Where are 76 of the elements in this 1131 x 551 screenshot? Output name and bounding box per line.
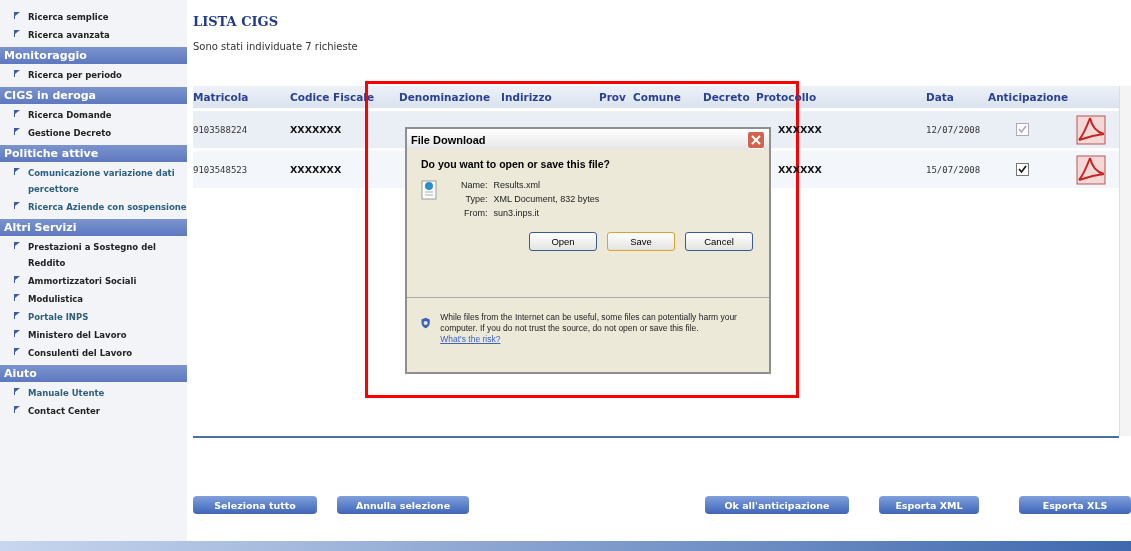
flag-icon	[14, 294, 20, 301]
scrollbar[interactable]	[1119, 86, 1131, 436]
action-button[interactable]: Ok all'anticipazione	[705, 496, 849, 514]
field-value: sun3.inps.it	[493, 208, 540, 218]
flag-icon	[14, 242, 20, 249]
table-cell: 15/07/2008	[926, 164, 981, 175]
sidebar-link[interactable]: Ricerca semplice	[28, 9, 109, 25]
sidebar-link[interactable]: Consulenti del Lavoro	[28, 345, 133, 361]
flag-icon	[14, 12, 20, 19]
dialog-button[interactable]: Open	[529, 232, 597, 251]
sidebar-section-header: CIGS in deroga	[0, 87, 187, 104]
column-header[interactable]: Indirizzo	[501, 91, 552, 103]
dialog-button[interactable]: Save	[607, 232, 675, 251]
pdf-icon[interactable]	[1076, 154, 1106, 185]
close-button[interactable]	[747, 130, 765, 149]
sidebar-link[interactable]: Ammortizzatori Sociali	[28, 273, 137, 289]
sidebar-link[interactable]: Ricerca Domande	[28, 107, 112, 123]
flag-icon	[14, 406, 20, 413]
flag-icon	[14, 330, 20, 337]
dialog-title: File Download	[411, 133, 486, 146]
sidebar-section-header: Altri Servizi	[0, 219, 187, 236]
checkbox[interactable]	[1016, 163, 1029, 176]
sidebar-link[interactable]: Modulistica	[28, 291, 84, 307]
column-header[interactable]: Data	[926, 91, 954, 103]
result-summary: Sono stati individuate 7 richieste	[193, 41, 358, 52]
sidebar-link[interactable]: Ricerca avanzata	[28, 27, 110, 43]
sidebar-link[interactable]: Portale INPS	[28, 309, 89, 325]
table-cell: XXXXXXX	[290, 124, 342, 135]
column-header[interactable]: Anticipazione	[988, 91, 1069, 103]
sidebar-link[interactable]: Manuale Utente	[28, 385, 105, 401]
field-label: Type:	[465, 194, 488, 204]
sidebar-link[interactable]: Gestione Decreto	[28, 125, 112, 141]
sidebar-link[interactable]: Contact Center	[28, 403, 101, 419]
flag-icon	[14, 30, 20, 37]
column-header[interactable]: Matricola	[193, 91, 249, 103]
field-label: From:	[464, 208, 488, 218]
risk-link[interactable]: What's the risk?	[440, 334, 501, 344]
field-value: Results.xml	[493, 180, 541, 190]
page-title: LISTA CIGS	[193, 14, 279, 29]
action-button[interactable]: Esporta XLS	[1019, 496, 1131, 514]
column-header[interactable]: Comune	[633, 91, 681, 103]
column-header[interactable]: Decreto	[703, 91, 750, 103]
sidebar-link[interactable]: Ministero del Lavoro	[28, 327, 127, 343]
flag-icon	[14, 70, 20, 77]
sidebar-link[interactable]: Prestazioni a Sostegno del Reddito	[28, 239, 187, 271]
field-label: Name:	[461, 180, 488, 190]
flag-icon	[14, 276, 20, 283]
flag-icon	[14, 168, 20, 175]
flag-icon	[14, 312, 20, 319]
flag-icon	[14, 128, 20, 135]
action-button[interactable]: Esporta XML	[879, 496, 979, 514]
column-header[interactable]: Denominazione	[399, 91, 491, 103]
sidebar-link[interactable]: Comunicazione variazione dati percettore	[28, 165, 187, 197]
table-cell: 12/07/2008	[926, 124, 981, 135]
warning-text: While files from the Internet can be useful, some files can potentially harm your computer. If you do not trust the source, do not open or save this file. What's the risk?	[440, 312, 738, 346]
action-button[interactable]: Annulla selezione	[337, 496, 469, 514]
pdf-icon[interactable]	[1076, 114, 1106, 145]
dialog-question: Do you want to open or save this file?	[421, 158, 611, 170]
sidebar-section-header: Politiche attive	[0, 145, 187, 162]
action-button[interactable]: Seleziona tutto	[193, 496, 317, 514]
table-cell: 9103588224	[193, 124, 248, 135]
close-icon	[751, 134, 761, 145]
xml-file-icon	[421, 180, 437, 200]
flag-icon	[14, 348, 20, 355]
flag-icon	[14, 202, 20, 209]
sidebar-link[interactable]: Ricerca per periodo	[28, 67, 122, 83]
table-cell: 9103548523	[193, 164, 248, 175]
column-header[interactable]: Prov	[599, 91, 626, 103]
table-cell: XXXXXXX	[290, 164, 342, 175]
sidebar-section-header: Aiuto	[0, 365, 187, 382]
sidebar-link[interactable]: Ricerca Aziende con sospensione	[28, 199, 187, 215]
flag-icon	[14, 110, 20, 117]
sidebar-section-header: Monitoraggio	[0, 47, 187, 64]
flag-icon	[14, 388, 20, 395]
dialog-button[interactable]: Cancel	[685, 232, 753, 251]
field-value: XML Document, 832 bytes	[493, 194, 600, 204]
